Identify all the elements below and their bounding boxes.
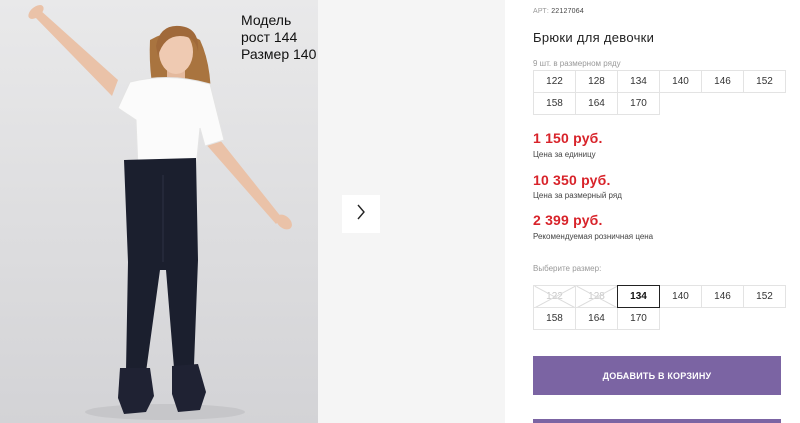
- model-info: Модель рост 144 Размер 140: [241, 12, 318, 63]
- range-size-cell: 122: [533, 70, 576, 93]
- unit-price-caption: Цена за единицу: [533, 150, 596, 159]
- size-range-grid: 122 128 134 140 146 152 158 164 170: [533, 70, 786, 115]
- size-select-label: Выберите размер:: [533, 264, 602, 273]
- retail-price: 2 399 руб.: [533, 212, 603, 228]
- article-value: 22127064: [551, 8, 584, 15]
- range-size-cell: 146: [701, 70, 744, 93]
- product-title: Брюки для девочки: [533, 30, 655, 45]
- unit-price: 1 150 руб.: [533, 130, 603, 146]
- range-size-cell: 134: [617, 70, 660, 93]
- size-option[interactable]: 152: [743, 285, 786, 308]
- model-illustration: [28, 5, 292, 420]
- article-prefix: АРТ:: [533, 8, 550, 15]
- size-option[interactable]: 146: [701, 285, 744, 308]
- product-gallery: Модель рост 144 Размер 140: [0, 0, 505, 423]
- range-size-cell: 140: [659, 70, 702, 93]
- range-size-cell: 170: [617, 92, 660, 115]
- product-info-panel: АРТ: 22127064 Брюки для девочки 9 шт. в …: [533, 0, 800, 423]
- next-image-button[interactable]: [342, 195, 380, 233]
- range-size-cell: 128: [575, 70, 618, 93]
- range-price-caption: Цена за размерный ряд: [533, 191, 622, 200]
- product-photo[interactable]: Модель рост 144 Размер 140: [0, 0, 318, 423]
- range-size-cell: 152: [743, 70, 786, 93]
- range-caption: 9 шт. в размерном ряду: [533, 59, 621, 68]
- size-option-disabled: 128: [575, 285, 618, 308]
- add-to-cart-button[interactable]: ДОБАВИТЬ В КОРЗИНУ: [533, 356, 781, 395]
- retail-price-caption: Рекомендуемая розничная цена: [533, 232, 654, 241]
- model-height-label: Модель рост 144: [241, 12, 298, 45]
- range-size-cell: 158: [533, 92, 576, 115]
- size-option[interactable]: 164: [575, 307, 618, 330]
- article-number: АРТ: 22127064: [533, 8, 584, 15]
- size-option-disabled: 122: [533, 285, 576, 308]
- size-selector: 122 128 134 140 146 152 158 164 170: [533, 285, 786, 330]
- size-option-selected[interactable]: 134: [617, 285, 660, 308]
- size-option[interactable]: 158: [533, 307, 576, 330]
- model-size-label: Размер 140: [241, 46, 317, 62]
- range-size-cell: 164: [575, 92, 618, 115]
- size-option[interactable]: 170: [617, 307, 660, 330]
- size-option[interactable]: 140: [659, 285, 702, 308]
- secondary-action-button[interactable]: [533, 419, 781, 423]
- chevron-right-icon: [356, 204, 366, 225]
- range-price: 10 350 руб.: [533, 172, 611, 188]
